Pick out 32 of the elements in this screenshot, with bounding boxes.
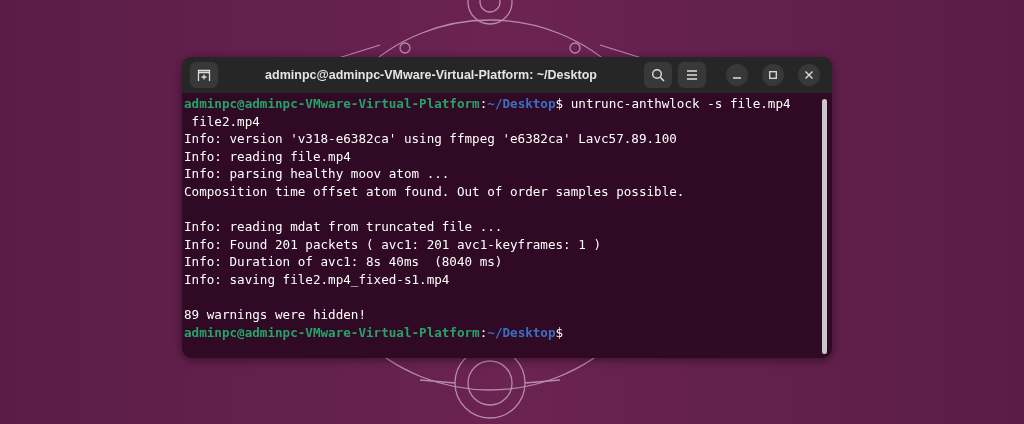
close-icon — [805, 71, 813, 79]
prompt-separator: : — [479, 323, 488, 342]
menu-button[interactable] — [678, 62, 706, 88]
output-line: 89 warnings were hidden! — [184, 306, 366, 324]
scrollbar[interactable] — [822, 99, 827, 354]
output-line: Info: reading mdat from truncated file ... — [184, 218, 503, 236]
output-line: Info: parsing healthy moov atom ... — [184, 165, 450, 183]
output-line: Info: Duration of avc1: 8s 40ms (8040 ms) — [184, 253, 503, 271]
search-button[interactable] — [644, 62, 672, 88]
new-tab-button[interactable] — [190, 62, 218, 88]
search-icon — [651, 68, 665, 82]
prompt-symbol: $ — [555, 95, 564, 113]
window-title: adminpc@adminpc-VMware-Virtual-Platform: ~/Desktop — [264, 68, 598, 82]
output-line: Info: version 'v318-e6382ca' using ffmpeg 'e6382ca' Lavc57.89.100 — [184, 130, 677, 148]
command-text: untrunc-anthwlock -s file.mp4 — [569, 95, 791, 113]
prompt-path: ~/Desktop — [487, 323, 556, 342]
output-line: Info: Found 201 packets ( avc1: 201 avc1-keyframes: 1 ) — [184, 235, 601, 254]
output-line: file2.mp4 — [190, 112, 260, 131]
prompt-user-host: adminpc@adminpc-VMware-Virtual-Platform — [184, 323, 480, 342]
prompt-separator: : — [479, 95, 488, 113]
prompt-user-host: adminpc@adminpc-VMware-Virtual-Platform — [184, 95, 480, 113]
menu-icon — [686, 70, 698, 80]
prompt-symbol: $ — [555, 323, 564, 342]
maximize-icon — [769, 71, 777, 79]
output-line: Composition time offset atom found. Out of order samples possible. — [184, 182, 685, 201]
output-line: Info: reading file.mp4 — [184, 147, 351, 166]
new-tab-icon — [197, 68, 211, 82]
minimize-button[interactable] — [726, 64, 748, 86]
close-button[interactable] — [798, 64, 820, 86]
output-line: Info: saving file2.mp4_fixed-s1.mp4 — [184, 270, 450, 289]
prompt-path: ~/Desktop — [487, 95, 556, 113]
maximize-button[interactable] — [762, 64, 784, 86]
